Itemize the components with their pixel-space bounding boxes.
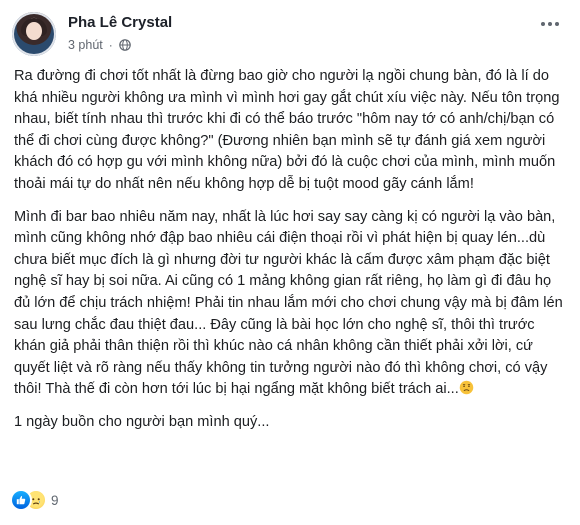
author-avatar[interactable] (12, 12, 56, 56)
facebook-post: Pha Lê Crystal 3 phút · Ra đường đi chơi… (0, 0, 580, 525)
avatar-face (26, 22, 42, 40)
more-dot (555, 22, 559, 26)
more-dot (541, 22, 545, 26)
post-paragraph-text: Mình đi bar bao nhiêu năm nay, nhất là l… (14, 208, 563, 398)
globe-icon (118, 39, 131, 51)
post-header: Pha Lê Crystal 3 phút · (12, 10, 568, 62)
reaction-icons (12, 491, 45, 509)
post-paragraph: 1 ngày buồn cho người bạn mình quý... (14, 413, 270, 430)
meta-separator: · (108, 38, 113, 52)
like-icon (12, 491, 30, 509)
post-paragraph: Mình đi bar bao nhiêu năm nay, nhất là l… (14, 207, 566, 401)
post-time[interactable]: 3 phút (68, 38, 103, 52)
reaction-summary[interactable]: 9 (12, 488, 59, 512)
more-options-icon[interactable] (536, 14, 564, 34)
post-meta: 3 phút · (68, 38, 131, 52)
post-paragraph: Ra đường đi chơi tốt nhất là đừng bao gi… (14, 68, 560, 192)
disappointed-face-icon (459, 381, 474, 395)
more-dot (548, 22, 552, 26)
author-name[interactable]: Pha Lê Crystal (68, 14, 172, 31)
reaction-count[interactable]: 9 (51, 493, 59, 508)
post-body: Ra đường đi chơi tốt nhất là đừng bao gi… (14, 66, 566, 445)
